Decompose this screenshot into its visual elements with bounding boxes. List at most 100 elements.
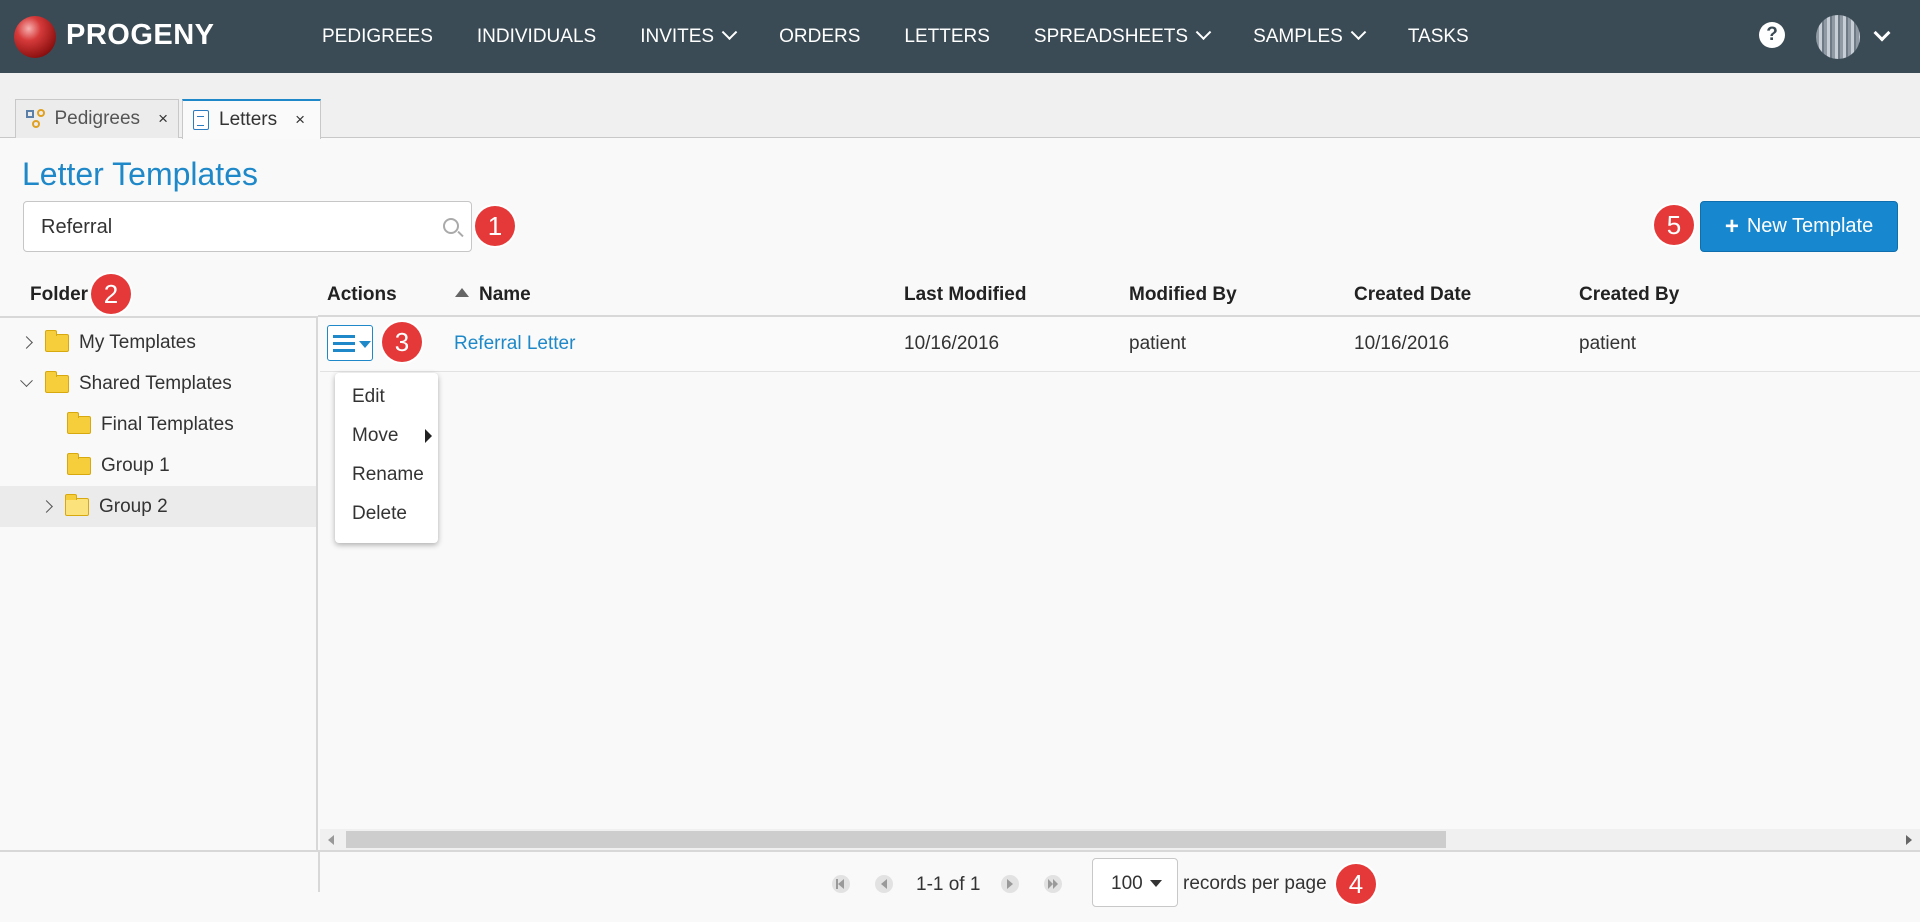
callout-badge-5: 5 bbox=[1654, 205, 1694, 245]
tab-label: Letters bbox=[219, 109, 278, 130]
nav-tasks-label: TASKS bbox=[1407, 25, 1469, 47]
nav-letters[interactable]: LETTERS bbox=[904, 26, 990, 48]
callout-badge-1: 1 bbox=[475, 206, 515, 246]
brand-name[interactable]: PROGENY bbox=[66, 19, 215, 52]
nav-individuals-label: INDIVIDUALS bbox=[476, 25, 597, 47]
folder-group-2[interactable]: Group 2 bbox=[0, 486, 316, 527]
nav-orders-label: ORDERS bbox=[779, 25, 861, 47]
expand-arrow-icon[interactable] bbox=[40, 500, 53, 513]
column-header-created-date[interactable]: Created Date bbox=[1354, 284, 1471, 306]
document-icon bbox=[193, 110, 209, 130]
nav-pedigrees-label: PEDIGREES bbox=[322, 25, 433, 47]
last-page-icon[interactable] bbox=[1044, 875, 1062, 893]
tab-pedigrees[interactable]: Pedigrees × bbox=[15, 99, 179, 138]
menu-item-edit[interactable]: Edit bbox=[352, 386, 385, 408]
nav-letters-label: LETTERS bbox=[904, 25, 990, 47]
records-per-page-label: records per page bbox=[1183, 873, 1327, 894]
search-icon[interactable] bbox=[443, 218, 459, 234]
folder-label: Group 1 bbox=[101, 454, 170, 476]
next-page-icon[interactable] bbox=[1001, 875, 1019, 893]
horizontal-scrollbar[interactable] bbox=[320, 829, 1920, 850]
scroll-left-icon[interactable] bbox=[328, 835, 334, 845]
expand-arrow-icon[interactable] bbox=[20, 336, 33, 349]
previous-page-icon[interactable] bbox=[875, 875, 893, 893]
folder-label: Group 2 bbox=[99, 495, 168, 517]
top-navigation-bar: PROGENY PEDIGREES INDIVIDUALS INVITES OR… bbox=[0, 0, 1920, 73]
folder-group-1[interactable]: Group 1 bbox=[67, 445, 170, 486]
folder-icon bbox=[45, 370, 69, 393]
page-size-value: 100 bbox=[1111, 873, 1143, 894]
chevron-down-icon bbox=[1195, 24, 1212, 41]
chevron-down-icon[interactable] bbox=[1873, 24, 1891, 42]
nav-samples-label: SAMPLES bbox=[1253, 25, 1343, 47]
sort-ascending-icon bbox=[455, 288, 469, 297]
row-actions-menu: Edit Move Rename Delete bbox=[335, 373, 438, 543]
menu-item-delete[interactable]: Delete bbox=[352, 503, 407, 525]
progeny-logo-icon[interactable] bbox=[14, 16, 56, 58]
search-input[interactable] bbox=[41, 213, 421, 241]
folder-header: Folder bbox=[30, 284, 89, 305]
caret-down-icon bbox=[1150, 880, 1162, 887]
plus-icon: + bbox=[1724, 212, 1739, 240]
nav-tasks[interactable]: TASKS bbox=[1408, 26, 1469, 48]
close-icon[interactable]: × bbox=[158, 109, 168, 129]
tab-strip: Pedigrees × Letters × bbox=[0, 73, 1920, 139]
folder-final-templates[interactable]: Final Templates bbox=[67, 404, 234, 445]
nav-invites[interactable]: INVITES bbox=[640, 24, 738, 48]
column-header-name[interactable]: Name bbox=[455, 284, 531, 306]
folder-icon bbox=[67, 452, 91, 475]
pager-divider bbox=[0, 850, 1920, 852]
table-row[interactable]: Referral Letter 10/16/2016 patient 10/16… bbox=[320, 317, 1920, 372]
first-page-icon[interactable] bbox=[832, 875, 850, 893]
nav-samples[interactable]: SAMPLES bbox=[1253, 24, 1367, 48]
collapse-arrow-icon[interactable] bbox=[20, 374, 33, 388]
pager-split-divider bbox=[318, 850, 320, 892]
folder-shared-templates[interactable]: Shared Templates bbox=[20, 363, 232, 404]
folder-my-templates[interactable]: My Templates bbox=[20, 322, 196, 363]
pager-summary: 1-1 of 1 bbox=[916, 874, 981, 895]
folder-label: Shared Templates bbox=[79, 372, 232, 394]
menu-item-move[interactable]: Move bbox=[352, 425, 398, 447]
column-header-last-modified[interactable]: Last Modified bbox=[904, 284, 1026, 306]
callout-badge-3: 3 bbox=[382, 322, 422, 362]
column-header-actions: Actions bbox=[327, 284, 397, 305]
nav-individuals[interactable]: INDIVIDUALS bbox=[477, 26, 596, 48]
submenu-arrow-icon bbox=[425, 429, 432, 443]
nav-pedigrees[interactable]: PEDIGREES bbox=[322, 26, 433, 48]
help-icon[interactable]: ? bbox=[1759, 22, 1785, 48]
chevron-down-icon bbox=[721, 24, 738, 41]
nav-spreadsheets[interactable]: SPREADSHEETS bbox=[1033, 24, 1212, 48]
row-actions-button[interactable] bbox=[327, 325, 373, 361]
callout-badge-2: 2 bbox=[91, 274, 131, 314]
pedigree-icon bbox=[26, 109, 47, 129]
scrollbar-thumb[interactable] bbox=[346, 831, 1446, 848]
folder-label: Final Templates bbox=[101, 413, 234, 435]
close-icon[interactable]: × bbox=[295, 110, 305, 130]
cell-created-date: 10/16/2016 bbox=[1354, 333, 1450, 354]
cell-modified-by: patient bbox=[1129, 333, 1187, 354]
folder-open-icon bbox=[65, 493, 89, 516]
new-template-button[interactable]: + New Template bbox=[1700, 201, 1898, 252]
nav-orders[interactable]: ORDERS bbox=[779, 26, 860, 48]
folder-tree: My Templates Shared Templates Final Temp… bbox=[0, 316, 318, 850]
page-title: Letter Templates bbox=[22, 156, 258, 192]
column-header-name-label: Name bbox=[479, 284, 531, 305]
folder-icon bbox=[45, 329, 69, 352]
user-avatar[interactable] bbox=[1816, 15, 1860, 59]
column-header-created-by[interactable]: Created By bbox=[1579, 284, 1679, 306]
cell-created-by: patient bbox=[1579, 333, 1637, 354]
cell-last-modified: 10/16/2016 bbox=[904, 333, 1000, 354]
column-header-modified-by[interactable]: Modified By bbox=[1129, 284, 1237, 306]
search-box[interactable] bbox=[23, 201, 472, 252]
caret-down-icon bbox=[359, 341, 371, 348]
page-size-select[interactable]: 100 bbox=[1092, 858, 1178, 907]
nav-spreadsheets-label: SPREADSHEETS bbox=[1033, 25, 1189, 47]
callout-badge-4: 4 bbox=[1336, 864, 1376, 904]
folder-icon bbox=[67, 411, 91, 434]
hamburger-menu-icon bbox=[333, 335, 355, 352]
tab-letters[interactable]: Letters × bbox=[182, 99, 321, 139]
menu-item-rename[interactable]: Rename bbox=[352, 464, 424, 486]
scroll-right-icon[interactable] bbox=[1906, 835, 1912, 845]
nav-invites-label: INVITES bbox=[640, 25, 715, 47]
template-name-link[interactable]: Referral Letter bbox=[454, 333, 575, 355]
